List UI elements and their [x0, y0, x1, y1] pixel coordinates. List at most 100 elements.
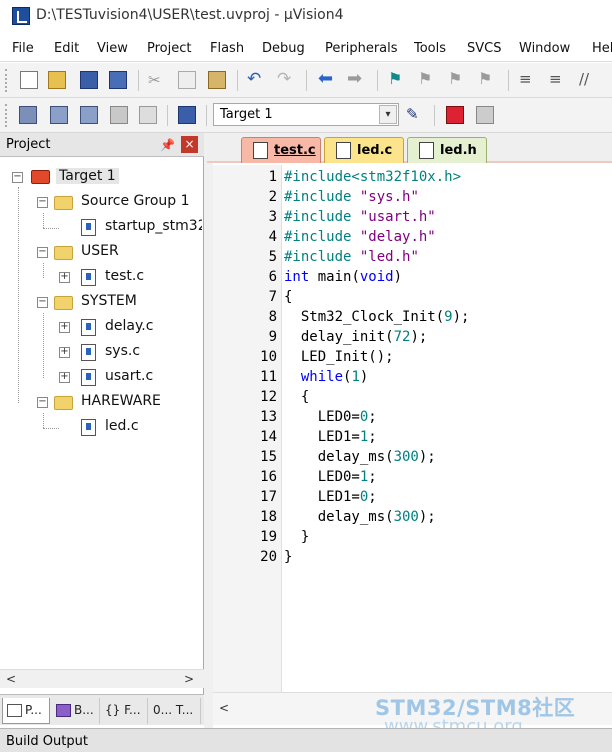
collapse-icon[interactable]: − [37, 397, 48, 408]
line-number: 13 [260, 409, 277, 425]
tree-item-hareware-group[interactable]: − HAREWARE [37, 392, 202, 414]
collapse-icon[interactable]: − [37, 247, 48, 258]
scroll-left-icon[interactable]: < [219, 701, 229, 715]
navigate-forward-icon[interactable]: ➡ [347, 70, 365, 89]
manage-components-icon[interactable] [446, 106, 464, 124]
translate-icon[interactable] [19, 106, 37, 124]
window-title: D:\TESTuvision4\USER\test.uvproj - µVisi… [36, 7, 344, 23]
code-line: { [284, 389, 310, 405]
pin-icon[interactable]: 📌 [160, 138, 175, 152]
save-icon[interactable] [80, 71, 98, 89]
tree-item-test-c[interactable]: + test.c [58, 267, 202, 289]
tab-project[interactable]: P... [2, 698, 50, 724]
tree-label: test.c [105, 268, 145, 284]
build-icon[interactable] [50, 106, 68, 124]
unindent-icon[interactable]: ≡ [549, 71, 567, 89]
open-folder-icon[interactable] [48, 71, 66, 89]
next-bookmark-icon[interactable]: ⚑ [448, 71, 466, 89]
comment-icon[interactable]: // [579, 71, 597, 89]
file-icon [419, 142, 434, 159]
clear-bookmarks-icon[interactable]: ⚑ [478, 71, 496, 89]
tree-item-source-group[interactable]: − Source Group 1 [37, 192, 202, 214]
toolbar-grip[interactable] [5, 104, 9, 127]
expand-icon[interactable]: + [59, 347, 70, 358]
file-extensions-icon[interactable] [476, 106, 494, 124]
tree-item-usart-c[interactable]: + usart.c [58, 367, 202, 389]
menu-help[interactable]: Help [592, 41, 612, 56]
code-line: } [284, 529, 310, 545]
line-number: 12 [260, 389, 277, 405]
tree-item-sys-c[interactable]: + sys.c [58, 342, 202, 364]
undo-icon[interactable]: ↶ [247, 71, 265, 89]
tree-line [43, 228, 59, 229]
menu-peripherals[interactable]: Peripherals [325, 41, 398, 56]
menu-window[interactable]: Window [519, 41, 570, 56]
tree-label: Source Group 1 [81, 193, 190, 209]
tree-label: SYSTEM [81, 293, 137, 309]
menu-file[interactable]: File [12, 41, 34, 56]
bookmark-icon[interactable]: ⚑ [388, 71, 406, 89]
build-output-bar[interactable]: Build Output [0, 728, 612, 752]
paste-icon[interactable] [208, 71, 226, 89]
tab-templates[interactable]: 0... T... [149, 698, 201, 724]
folder-icon [54, 396, 73, 410]
collapse-icon[interactable]: − [37, 197, 48, 208]
redo-icon[interactable]: ↷ [277, 71, 295, 89]
collapse-icon[interactable]: − [37, 297, 48, 308]
line-number: 17 [260, 489, 277, 505]
panel-splitter[interactable] [204, 133, 213, 728]
menu-edit[interactable]: Edit [54, 41, 79, 56]
menu-flash[interactable]: Flash [210, 41, 244, 56]
stop-build-icon[interactable] [139, 106, 157, 124]
expand-icon[interactable]: + [59, 272, 70, 283]
download-icon[interactable] [178, 106, 196, 124]
menu-tools[interactable]: Tools [414, 41, 446, 56]
new-file-icon[interactable] [20, 71, 38, 89]
code-editor[interactable]: 1 2 3 4 5 6 7 8 9 10 11 12 13 14 15 16 17 18 19 20 #include… [213, 165, 612, 692]
folder-icon [54, 296, 73, 310]
target-options-icon[interactable]: ✎ [406, 106, 424, 124]
scroll-left-icon[interactable]: < [6, 672, 16, 686]
prev-bookmark-icon[interactable]: ⚑ [418, 71, 436, 89]
uvision-app-icon [12, 7, 30, 25]
menu-project[interactable]: Project [147, 41, 191, 56]
batch-build-icon[interactable] [110, 106, 128, 124]
tree-item-system-group[interactable]: − SYSTEM [37, 292, 202, 314]
code-line: int main(void) [284, 269, 403, 285]
close-icon[interactable]: × [181, 136, 198, 153]
line-number: 4 [268, 229, 277, 245]
tab-books[interactable]: B... [52, 698, 100, 724]
scroll-right-icon[interactable]: > [184, 672, 194, 686]
tree-label: USER [81, 243, 119, 259]
tab-test-c[interactable]: test.c [241, 137, 321, 163]
code-line: LED_Init(); [284, 349, 394, 365]
code-area[interactable]: #include<stm32f10x.h> #include "sys.h" #… [281, 165, 612, 692]
navigate-back-icon[interactable]: ⬅ [318, 70, 336, 89]
collapse-icon[interactable]: − [12, 172, 23, 183]
save-all-icon[interactable] [109, 71, 127, 89]
menu-view[interactable]: View [97, 41, 128, 56]
target-select[interactable]: Target 1 ▾ [213, 103, 399, 126]
tab-led-h[interactable]: led.h [407, 137, 487, 163]
tree-item-user-group[interactable]: − USER [37, 242, 202, 264]
expand-icon[interactable]: + [59, 372, 70, 383]
chevron-down-icon[interactable]: ▾ [379, 105, 397, 124]
tab-functions[interactable]: {} F... [101, 698, 148, 724]
expand-icon[interactable]: + [59, 322, 70, 333]
menu-debug[interactable]: Debug [262, 41, 305, 56]
indent-icon[interactable]: ≡ [519, 71, 537, 89]
tree-item-startup-file[interactable]: startup_stm32f10x_md.s [58, 217, 202, 239]
tree-item-led-c[interactable]: led.c [58, 417, 202, 439]
tree-label: delay.c [105, 318, 154, 334]
rebuild-icon[interactable] [80, 106, 98, 124]
menu-svcs[interactable]: SVCS [467, 41, 501, 56]
standard-toolbar: ✂ ↶ ↷ ⬅ ➡ ⚑ ⚑ ⚑ ⚑ ≡ ≡ // [0, 63, 612, 98]
tree-item-delay-c[interactable]: + delay.c [58, 317, 202, 339]
project-horizontal-scrollbar[interactable]: < > [0, 669, 204, 688]
tab-led-c[interactable]: led.c [324, 137, 404, 163]
copy-icon[interactable] [178, 71, 196, 89]
cut-icon[interactable]: ✂ [148, 71, 166, 89]
line-number-gutter: 1 2 3 4 5 6 7 8 9 10 11 12 13 14 15 16 17 18 19 20 [213, 165, 281, 692]
tree-item-target[interactable]: − Target 1 [12, 167, 202, 189]
toolbar-grip[interactable] [5, 69, 9, 92]
